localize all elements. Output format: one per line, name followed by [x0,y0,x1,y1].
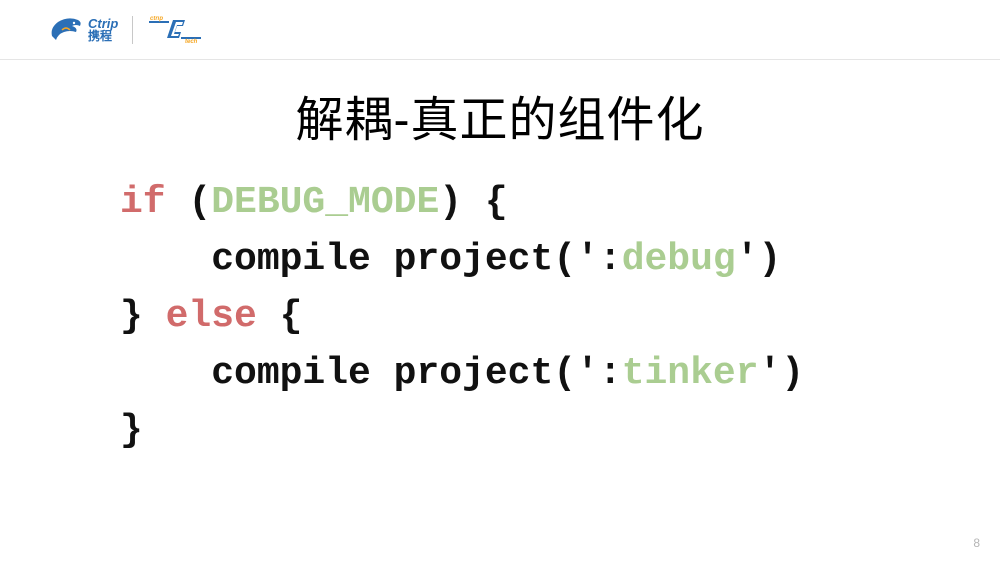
code-keyword-else: else [143,295,280,338]
ctrip-name-cn: 携程 [88,30,118,42]
slide-title: 解耦-真正的组件化 [20,80,980,150]
slide-content: 解耦-真正的组件化 if (DEBUG_MODE) { compile proj… [0,60,1000,459]
svg-text:ctrip: ctrip [150,16,163,22]
ctrip-text: Ctrip 携程 [88,17,118,42]
code-text: } [120,409,143,452]
dolphin-icon [48,16,84,44]
code-symbol-debug: debug [622,238,736,281]
code-text: ( [166,181,212,224]
slide-header: Ctrip 携程 ctrip tech [0,0,1000,60]
code-text: } [120,295,143,338]
code-text: compile project(': [120,352,622,395]
ctrip-tech-logo: ctrip tech [147,16,203,44]
code-block: if (DEBUG_MODE) { compile project(':debu… [20,174,980,459]
code-text: compile project(': [120,238,622,281]
ctrip-logo: Ctrip 携程 [48,16,118,44]
code-text: ') [759,352,805,395]
code-text: { [280,295,303,338]
page-number: 8 [973,536,980,550]
code-text: ) { [439,181,507,224]
code-keyword-if: if [120,181,166,224]
code-symbol-tinker: tinker [622,352,759,395]
code-symbol-debugmode: DEBUG_MODE [211,181,439,224]
svg-text:tech: tech [185,39,198,44]
logo-divider [132,16,133,44]
logo-group: Ctrip 携程 ctrip tech [48,16,203,44]
code-text: ') [736,238,782,281]
